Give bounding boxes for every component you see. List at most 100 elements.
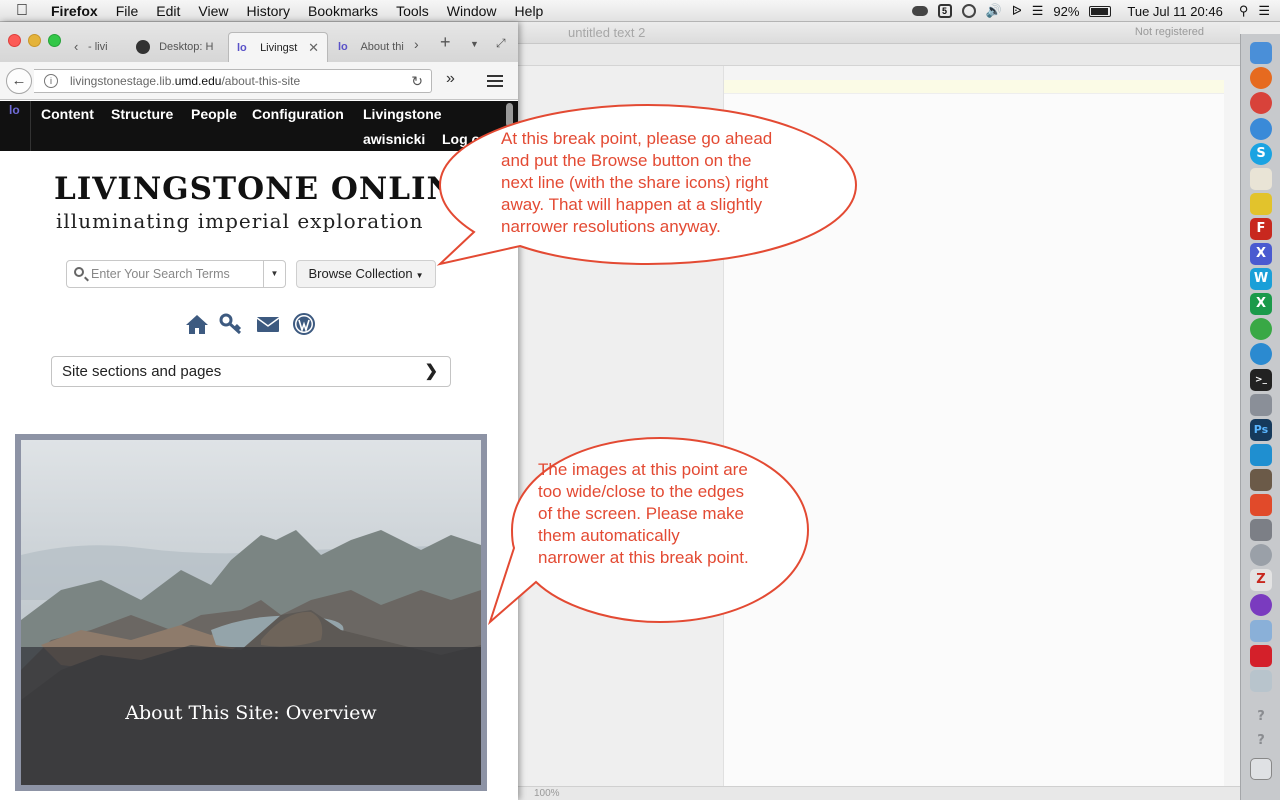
- feature-caption[interactable]: About This Site: Overview: [21, 702, 481, 724]
- creative-cloud-dock-icon[interactable]: [1250, 645, 1272, 667]
- menu-window[interactable]: Window: [438, 0, 506, 22]
- reload-icon[interactable]: ↻: [411, 70, 423, 92]
- creative-cloud-icon[interactable]: [911, 6, 928, 16]
- skype-icon[interactable]: S: [1250, 143, 1272, 165]
- filezilla-icon[interactable]: F: [1250, 218, 1272, 240]
- finder-icon[interactable]: [1250, 42, 1272, 64]
- home-icon[interactable]: [185, 313, 209, 335]
- excel-icon[interactable]: X: [1250, 293, 1272, 315]
- menu-file[interactable]: File: [107, 0, 148, 22]
- wordpress-icon[interactable]: [292, 313, 316, 335]
- unknown-app-icon-1[interactable]: ?: [1250, 706, 1272, 728]
- minimize-window-button[interactable]: [28, 34, 41, 47]
- fullscreen-icon[interactable]: ⤢: [496, 36, 506, 51]
- search-options-dropdown-icon[interactable]: ▼: [263, 261, 285, 287]
- menu-app-firefox[interactable]: Firefox: [42, 0, 107, 22]
- x11-icon[interactable]: X: [1250, 243, 1272, 265]
- word-icon[interactable]: W: [1250, 268, 1272, 290]
- bluetooth-icon[interactable]: ᐉ: [1012, 3, 1022, 19]
- menu-tools[interactable]: Tools: [387, 0, 438, 22]
- admin-menu-people[interactable]: People: [191, 105, 237, 123]
- menu-view[interactable]: View: [189, 0, 237, 22]
- preview-icon[interactable]: [1250, 620, 1272, 642]
- admin-menu-configuration[interactable]: Configuration: [252, 105, 344, 123]
- chrome-icon[interactable]: [1250, 92, 1272, 114]
- hamburger-menu-icon[interactable]: [487, 75, 503, 87]
- editor-zoom-level[interactable]: 100%: [534, 788, 560, 799]
- photos-icon[interactable]: [1250, 670, 1272, 692]
- time-machine-icon[interactable]: [961, 4, 976, 18]
- apple-menu-icon[interactable]: : [0, 0, 42, 22]
- site-title[interactable]: LIVINGSTONE ONLINE: [54, 171, 484, 207]
- tab-scroll-left-icon[interactable]: ‹: [74, 32, 78, 62]
- livingstone-favicon-icon-2: lo: [338, 41, 348, 54]
- trash-icon[interactable]: [1250, 758, 1272, 780]
- status-5-icon[interactable]: 5: [937, 4, 952, 18]
- github-icon[interactable]: [1250, 594, 1272, 616]
- notification-center-icon[interactable]: ☰: [1258, 3, 1270, 19]
- dock: S F X W X >_ Ps Z ? ?: [1240, 34, 1280, 800]
- close-window-button[interactable]: [8, 34, 21, 47]
- firefox-icon[interactable]: [1250, 67, 1272, 89]
- safari-icon[interactable]: [1250, 118, 1272, 140]
- url-prefix: livingstonestage.lib.: [70, 74, 175, 88]
- settings-app-icon[interactable]: [1250, 193, 1272, 215]
- textedit-icon[interactable]: [1250, 168, 1272, 190]
- search-input[interactable]: [91, 264, 261, 284]
- photoshop-icon[interactable]: Ps: [1250, 419, 1272, 441]
- system-preferences-icon[interactable]: [1250, 519, 1272, 541]
- network-icon[interactable]: [1250, 343, 1272, 365]
- tab-strip: ‹ - livi Desktop: H lo Livingst ✕ lo Abo…: [0, 22, 518, 62]
- sourcetree-icon[interactable]: [1250, 444, 1272, 466]
- tab-2[interactable]: Desktop: H: [128, 32, 226, 62]
- site-subtitle: illuminating imperial exploration: [56, 209, 424, 233]
- close-tab-icon[interactable]: ✕: [308, 33, 319, 62]
- menubar:  Firefox File Edit View History Bookmar…: [0, 0, 1280, 22]
- zotero-icon[interactable]: Z: [1250, 569, 1272, 591]
- tab-3-active[interactable]: lo Livingst ✕: [228, 32, 328, 62]
- tab-list-icon[interactable]: ▼: [470, 39, 479, 49]
- clock-datetime[interactable]: Tue Jul 11 20:46: [1127, 4, 1222, 19]
- sync-icon[interactable]: [1250, 318, 1272, 340]
- unknown-app-icon-2[interactable]: ?: [1250, 730, 1272, 752]
- menu-edit[interactable]: Edit: [147, 0, 189, 22]
- utilities-icon[interactable]: [1250, 394, 1272, 416]
- callout-2-line-5: narrower at this break point.: [538, 548, 749, 567]
- admin-logo-icon[interactable]: lo: [9, 103, 20, 117]
- page-scrollbar[interactable]: [506, 103, 513, 127]
- admin-logout-link[interactable]: Log o: [442, 130, 480, 148]
- menu-bookmarks[interactable]: Bookmarks: [299, 0, 387, 22]
- tab-scroll-right-icon[interactable]: ›: [414, 36, 419, 52]
- menu-help[interactable]: Help: [506, 0, 553, 22]
- overflow-chevron-icon[interactable]: »: [446, 70, 455, 88]
- search-icon: [74, 267, 84, 277]
- gimp-icon[interactable]: [1250, 469, 1272, 491]
- battery-icon[interactable]: [1089, 5, 1112, 17]
- spotlight-search-icon[interactable]: ⚲: [1239, 3, 1249, 19]
- tab-1[interactable]: ‹ - livi: [72, 32, 126, 62]
- admin-menu-structure[interactable]: Structure: [111, 105, 173, 123]
- site-info-icon[interactable]: i: [44, 74, 58, 88]
- new-tab-button[interactable]: +: [440, 32, 451, 53]
- admin-menu-livingstone[interactable]: Livingstone: [363, 105, 442, 123]
- volume-icon[interactable]: 🔊: [986, 3, 1002, 19]
- browse-collection-button[interactable]: Browse Collection ▼: [296, 260, 436, 288]
- feature-card-about[interactable]: About This Site: Overview: [15, 434, 487, 791]
- site-sections-button[interactable]: Site sections and pages ❯: [51, 356, 451, 387]
- terminal-icon[interactable]: >_: [1250, 369, 1272, 391]
- menu-history[interactable]: History: [237, 0, 299, 22]
- admin-user-name[interactable]: awisnicki: [363, 130, 425, 148]
- admin-menu-content[interactable]: Content: [41, 105, 94, 123]
- back-button[interactable]: ←: [6, 68, 32, 94]
- acrobat-icon[interactable]: [1250, 494, 1272, 516]
- zoom-window-button[interactable]: [48, 34, 61, 47]
- email-icon[interactable]: [256, 313, 280, 335]
- chevron-right-icon: ❯: [424, 363, 438, 380]
- wifi-icon[interactable]: ☰: [1032, 3, 1044, 19]
- key-icon[interactable]: [219, 313, 243, 335]
- url-bar[interactable]: i livingstonestage.lib.umd.edu/about-thi…: [34, 69, 432, 93]
- editor-text-area[interactable]: [724, 80, 1224, 786]
- tab-4[interactable]: lo About thi: [330, 32, 422, 62]
- editor-toolbar: [518, 44, 1240, 66]
- launchpad-icon[interactable]: [1250, 544, 1272, 566]
